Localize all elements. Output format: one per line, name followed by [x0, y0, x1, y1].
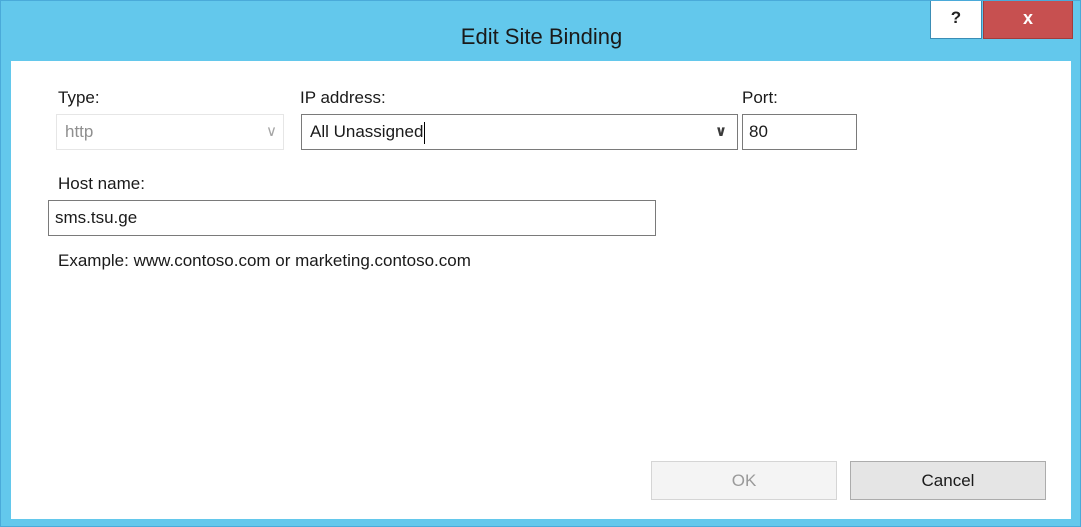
- type-label: Type:: [58, 88, 100, 107]
- port-field[interactable]: 80: [742, 114, 857, 150]
- help-button[interactable]: ?: [930, 1, 982, 39]
- port-label: Port:: [742, 88, 778, 107]
- ip-address-dropdown[interactable]: All Unassigned ∨: [301, 114, 738, 150]
- edit-site-binding-dialog: Edit Site Binding ? x Type: IP address: …: [0, 0, 1081, 527]
- host-name-field[interactable]: sms.tsu.ge: [48, 200, 656, 236]
- chevron-down-icon[interactable]: ∨: [715, 115, 727, 149]
- close-icon: x: [1022, 8, 1033, 28]
- example-hint: Example: www.contoso.com or marketing.co…: [58, 251, 471, 270]
- chevron-down-icon: ∨: [266, 123, 277, 140]
- close-button[interactable]: x: [983, 1, 1073, 39]
- host-name-label: Host name:: [58, 174, 145, 193]
- cancel-button[interactable]: Cancel: [850, 461, 1046, 500]
- type-value: http: [65, 122, 94, 141]
- ip-address-value: All Unassigned: [310, 115, 426, 149]
- dialog-body: Type: IP address: Port: http ∨ All Unass…: [11, 61, 1071, 519]
- type-dropdown: http ∨: [56, 114, 284, 150]
- help-icon: ?: [950, 8, 962, 27]
- ip-address-label: IP address:: [300, 88, 386, 107]
- ok-button[interactable]: OK: [651, 461, 837, 500]
- text-cursor: [424, 121, 426, 144]
